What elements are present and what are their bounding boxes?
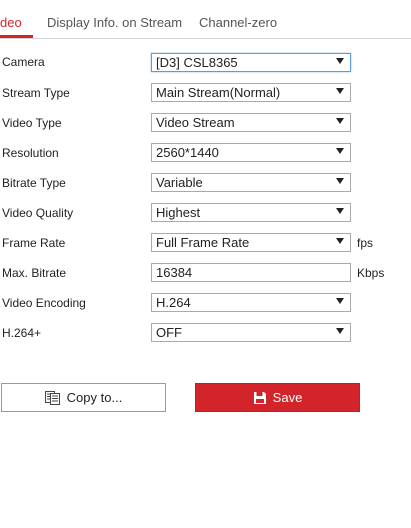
video-type-select[interactable]: Video Stream [151, 113, 351, 132]
frame-rate-select[interactable]: Full Frame Rate [151, 233, 351, 252]
chevron-down-icon [336, 238, 344, 244]
floppy-disk-icon [253, 391, 267, 408]
copy-to-label: Copy to... [66, 390, 123, 405]
resolution-select[interactable]: 2560*1440 [151, 143, 351, 162]
chevron-down-icon [336, 58, 344, 64]
video-quality-label: Video Quality [2, 206, 74, 220]
resolution-value: 2560*1440 [156, 145, 219, 160]
video-encoding-label: Video Encoding [2, 296, 86, 310]
camera-value: [D3] CSL8365 [156, 55, 238, 70]
frame-rate-unit: fps [357, 236, 374, 250]
chevron-down-icon [336, 88, 344, 94]
frame-rate-label: Frame Rate [2, 236, 66, 250]
video-type-value: Video Stream [156, 115, 235, 130]
active-tab-indicator [0, 35, 33, 38]
camera-label: Camera [2, 55, 45, 69]
video-encoding-select[interactable]: H.264 [151, 293, 351, 312]
bitrate-type-label: Bitrate Type [2, 176, 66, 190]
video-quality-value: Highest [156, 205, 201, 220]
copy-to-button[interactable]: Copy to... [1, 383, 166, 412]
max-bitrate-label: Max. Bitrate [2, 266, 67, 280]
chevron-down-icon [336, 298, 344, 304]
frame-rate-value: Full Frame Rate [156, 235, 250, 250]
copy-icon [44, 391, 61, 408]
tab-bar: deo Display Info. on Stream Channel-zero [0, 0, 411, 39]
chevron-down-icon [336, 208, 344, 214]
save-label: Save [272, 390, 303, 405]
bitrate-type-select[interactable]: Variable [151, 173, 351, 192]
h264plus-value: OFF [156, 325, 182, 340]
stream-type-label: Stream Type [2, 86, 70, 100]
video-encoding-value: H.264 [156, 295, 191, 310]
bitrate-type-value: Variable [156, 175, 203, 190]
chevron-down-icon [336, 148, 344, 154]
h264plus-select[interactable]: OFF [151, 323, 351, 342]
tab-video[interactable]: deo [0, 15, 22, 30]
resolution-label: Resolution [2, 146, 59, 160]
tab-channel-zero[interactable]: Channel-zero [199, 15, 277, 30]
h264plus-label: H.264+ [2, 326, 42, 340]
max-bitrate-unit: Kbps [357, 266, 385, 280]
video-quality-select[interactable]: Highest [151, 203, 351, 222]
stream-type-value: Main Stream(Normal) [156, 85, 281, 100]
max-bitrate-value: 16384 [156, 265, 193, 280]
chevron-down-icon [336, 118, 344, 124]
video-type-label: Video Type [2, 116, 62, 130]
stream-type-select[interactable]: Main Stream(Normal) [151, 83, 351, 102]
save-button[interactable]: Save [195, 383, 360, 412]
camera-select[interactable]: [D3] CSL8365 [151, 53, 351, 72]
chevron-down-icon [336, 328, 344, 334]
chevron-down-icon [336, 178, 344, 184]
max-bitrate-input[interactable]: 16384 [151, 263, 351, 282]
tab-display-info[interactable]: Display Info. on Stream [47, 15, 182, 30]
